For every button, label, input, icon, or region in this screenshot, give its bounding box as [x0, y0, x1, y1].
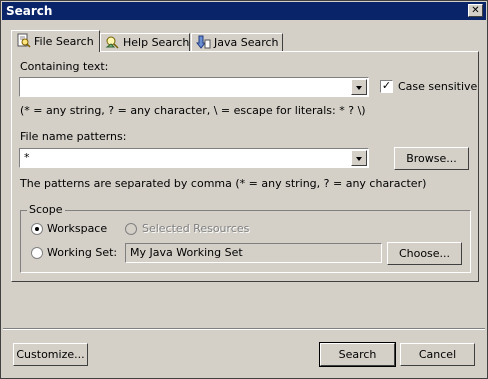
close-button[interactable]: ✕: [468, 4, 483, 17]
working-set-label[interactable]: Working Set:: [47, 246, 117, 259]
file-search-panel: Containing text: ✓ Case sensitive (* = a…: [11, 51, 479, 282]
footer-separator: [3, 328, 485, 330]
search-dialog: Search ✕ File Search Help Search Java Se…: [0, 0, 488, 379]
patterns-hint: The patterns are separated by comma (* =…: [20, 177, 427, 190]
containing-text-combo[interactable]: [19, 77, 369, 97]
search-button[interactable]: Search: [319, 342, 396, 367]
workspace-radio[interactable]: [31, 223, 43, 235]
customize-button[interactable]: Customize...: [13, 343, 88, 366]
working-set-radio[interactable]: [31, 247, 43, 259]
containing-text-label: Containing text:: [20, 60, 109, 73]
scope-legend: Scope: [27, 203, 65, 216]
workspace-label[interactable]: Workspace: [47, 222, 107, 235]
title-bar: Search ✕: [2, 2, 486, 20]
scope-group: Scope Workspace Selected Resources Worki…: [20, 203, 471, 273]
tab-java-search[interactable]: Java Search: [191, 33, 283, 51]
file-patterns-label: File name patterns:: [20, 130, 127, 143]
tab-label: File Search: [34, 35, 94, 48]
containing-text-hint: (* = any string, ? = any character, \ = …: [20, 104, 366, 117]
cancel-button[interactable]: Cancel: [400, 343, 475, 366]
tab-file-search[interactable]: File Search: [11, 30, 100, 52]
java-search-icon: [196, 35, 211, 49]
selected-resources-radio: [125, 223, 137, 235]
window-title: Search: [6, 4, 53, 18]
file-patterns-combo[interactable]: *: [19, 148, 369, 168]
tab-label: Java Search: [214, 36, 279, 49]
case-sensitive-checkbox[interactable]: ✓: [380, 80, 393, 93]
chevron-down-icon[interactable]: [351, 79, 367, 95]
working-set-value: My Java Working Set: [130, 246, 243, 259]
tab-label: Help Search: [123, 36, 190, 49]
selected-resources-label: Selected Resources: [142, 222, 250, 235]
case-sensitive-label[interactable]: Case sensitive: [398, 80, 477, 93]
tab-help-search[interactable]: Help Search: [100, 33, 190, 51]
chevron-down-icon[interactable]: [351, 150, 367, 166]
file-patterns-value: *: [24, 151, 30, 164]
browse-button[interactable]: Browse...: [394, 147, 469, 170]
file-search-icon: [17, 33, 31, 48]
help-search-icon: [105, 36, 119, 49]
working-set-field: My Java Working Set: [125, 243, 382, 263]
choose-button[interactable]: Choose...: [387, 242, 462, 265]
